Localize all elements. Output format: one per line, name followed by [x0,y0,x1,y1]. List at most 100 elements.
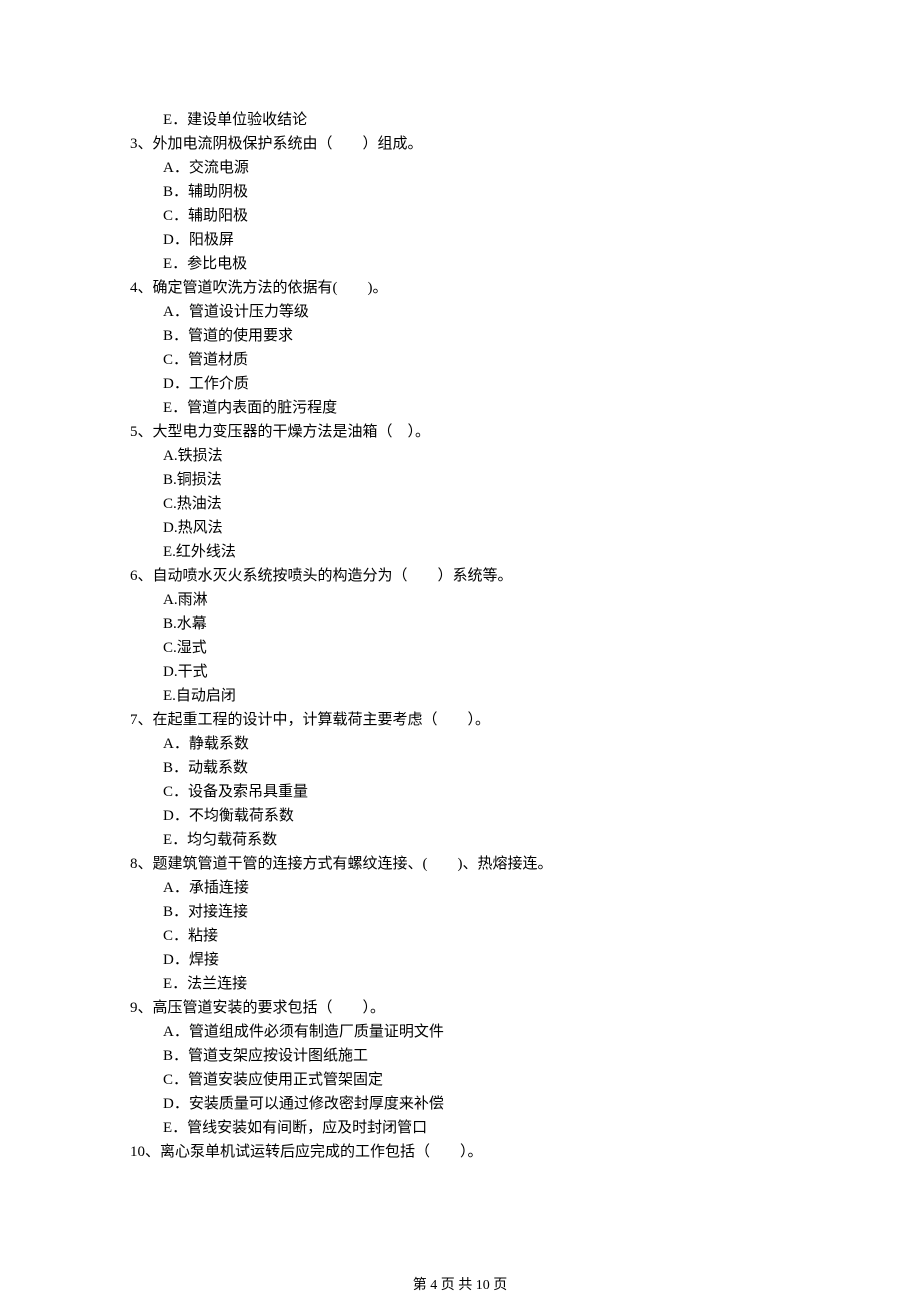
option-label: A． [163,300,189,324]
option-label: C. [163,492,177,516]
question: 6、自动喷水灭火系统按喷头的构造分为（ ）系统等。A.雨淋B.水幕C.湿式D.干… [130,564,790,708]
option-label: E． [163,396,187,420]
option-item: B．管道支架应按设计图纸施工 [163,1044,790,1068]
option-text: 法兰连接 [187,972,247,996]
option-label: D． [163,1092,189,1116]
option-label: D． [163,372,189,396]
option-text: 参比电极 [187,252,247,276]
option-text: 动载系数 [188,756,248,780]
question-number: 6、 [130,564,153,588]
option-list: A.雨淋B.水幕C.湿式D.干式E.自动启闭 [130,588,790,708]
option-text: 静载系数 [189,732,249,756]
option-text: 热油法 [177,492,222,516]
option-text: 红外线法 [176,540,236,564]
option-text: 铜损法 [177,468,222,492]
option-text: 设备及索吊具重量 [188,780,308,804]
option-text: 粘接 [188,924,218,948]
option-label: D． [163,804,189,828]
option-label: A. [163,444,178,468]
option-label: B． [163,324,188,348]
option-item: E．管道内表面的脏污程度 [163,396,790,420]
option-label: D． [163,948,189,972]
option-item: E． 建设单位验收结论 [163,108,790,132]
option-text: 焊接 [189,948,219,972]
option-item: D.干式 [163,660,790,684]
option-item: B.水幕 [163,612,790,636]
option-label: C． [163,204,188,228]
option-item: E.红外线法 [163,540,790,564]
option-label: E． [163,828,187,852]
option-item: A.雨淋 [163,588,790,612]
option-text: 安装质量可以通过修改密封厚度来补偿 [189,1092,444,1116]
option-item: D．阳极屏 [163,228,790,252]
option-label: B． [163,756,188,780]
question-text: 题建筑管道干管的连接方式有螺纹连接、( )、热熔接连。 [153,852,553,876]
option-label: B. [163,612,177,636]
option-item: D．焊接 [163,948,790,972]
option-item: D．安装质量可以通过修改密封厚度来补偿 [163,1092,790,1116]
option-item: A．静载系数 [163,732,790,756]
question-text: 确定管道吹洗方法的依据有( )。 [153,276,388,300]
option-label: B． [163,1044,188,1068]
option-label: C． [163,780,188,804]
question-stem: 4、确定管道吹洗方法的依据有( )。 [130,276,790,300]
option-item: B．管道的使用要求 [163,324,790,348]
option-label: A． [163,876,189,900]
option-label: E． [163,108,187,132]
option-text: 阳极屏 [189,228,234,252]
option-item: A．承插连接 [163,876,790,900]
option-label: A． [163,156,189,180]
option-item: D．工作介质 [163,372,790,396]
option-text: 承插连接 [189,876,249,900]
question-text: 外加电流阴极保护系统由（ ）组成。 [153,132,423,156]
option-item: B．对接连接 [163,900,790,924]
question: 4、确定管道吹洗方法的依据有( )。A．管道设计压力等级B．管道的使用要求C．管… [130,276,790,420]
option-list: A．管道设计压力等级B．管道的使用要求C．管道材质D．工作介质E．管道内表面的脏… [130,300,790,420]
option-item: D．不均衡载荷系数 [163,804,790,828]
option-text: 铁损法 [178,444,223,468]
option-label: A． [163,1020,189,1044]
option-list: A.铁损法B.铜损法C.热油法D.热风法E.红外线法 [130,444,790,564]
option-label: D． [163,228,189,252]
question-number: 5、 [130,420,153,444]
option-list: A．承插连接B．对接连接C．粘接D．焊接E．法兰连接 [130,876,790,996]
option-item: C．辅助阳极 [163,204,790,228]
question-number: 10、 [130,1140,160,1164]
option-label: C． [163,348,188,372]
orphan-option: E． 建设单位验收结论 [130,108,790,132]
option-item: A．交流电源 [163,156,790,180]
question-text: 在起重工程的设计中，计算载荷主要考虑（ ）。 [153,708,491,732]
option-text: 水幕 [177,612,207,636]
option-item: E．参比电极 [163,252,790,276]
option-item: C．管道材质 [163,348,790,372]
option-label: D. [163,660,178,684]
option-item: E．均匀载荷系数 [163,828,790,852]
option-item: B．辅助阴极 [163,180,790,204]
option-label: E. [163,540,176,564]
option-item: A．管道设计压力等级 [163,300,790,324]
question-text: 大型电力变压器的干燥方法是油箱（ ）。 [153,420,431,444]
option-text: 管道设计压力等级 [189,300,309,324]
option-label: E． [163,252,187,276]
option-label: E． [163,1116,187,1140]
question: 8、题建筑管道干管的连接方式有螺纹连接、( )、热熔接连。A．承插连接B．对接连… [130,852,790,996]
option-label: D. [163,516,178,540]
option-item: B．动载系数 [163,756,790,780]
option-label: E． [163,972,187,996]
option-text: 均匀载荷系数 [187,828,277,852]
option-text: 不均衡载荷系数 [189,804,294,828]
question-list: 3、外加电流阴极保护系统由（ ）组成。A．交流电源B．辅助阴极C．辅助阳极D．阳… [130,132,790,1164]
option-item: E．法兰连接 [163,972,790,996]
option-item: A．管道组成件必须有制造厂质量证明文件 [163,1020,790,1044]
option-text: 雨淋 [178,588,208,612]
option-text: 辅助阳极 [188,204,248,228]
question-stem: 10、离心泵单机试运转后应完成的工作包括（ ）。 [130,1140,790,1164]
question-stem: 9、高压管道安装的要求包括（ ）。 [130,996,790,1020]
option-item: C.湿式 [163,636,790,660]
option-item: C．粘接 [163,924,790,948]
question-number: 4、 [130,276,153,300]
option-text: 管道内表面的脏污程度 [187,396,337,420]
option-label: B． [163,900,188,924]
option-label: A. [163,588,178,612]
option-text: 干式 [178,660,208,684]
